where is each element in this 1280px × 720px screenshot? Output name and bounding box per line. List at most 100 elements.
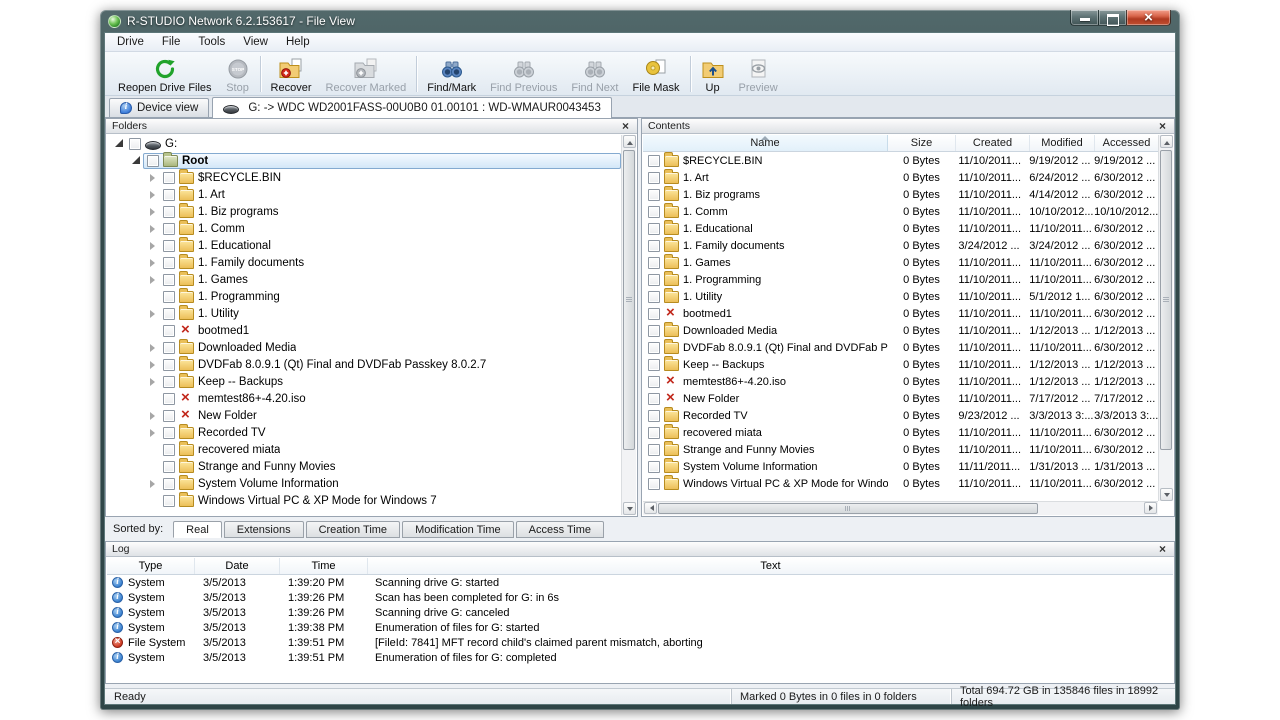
folder-tree-item[interactable]: $RECYCLE.BIN	[107, 169, 621, 186]
file-row[interactable]: 1. Art 0 Bytes 11/10/2011... 6/24/2012 .…	[643, 169, 1158, 186]
checkbox[interactable]	[648, 342, 660, 354]
recover-button[interactable]: Recover	[264, 54, 319, 94]
expander-icon[interactable]	[147, 441, 160, 458]
folder-tree-item[interactable]: Recorded TV	[107, 424, 621, 441]
folder-tree-item[interactable]: New Folder	[107, 407, 621, 424]
checkbox[interactable]	[163, 393, 175, 405]
expander-icon[interactable]	[147, 237, 160, 254]
sort-tab[interactable]: Modification Time	[402, 521, 514, 538]
checkbox[interactable]	[147, 155, 159, 167]
file-mask-button[interactable]: File Mask	[625, 54, 686, 94]
checkbox[interactable]	[648, 274, 660, 286]
log-row[interactable]: System 3/5/2013 1:39:26 PM Scan has been…	[107, 590, 1173, 605]
checkbox[interactable]	[648, 410, 660, 422]
expander-icon[interactable]	[147, 492, 160, 509]
stop-button[interactable]: STOP Stop	[219, 54, 257, 94]
log-row[interactable]: System 3/5/2013 1:39:51 PM Enumeration o…	[107, 650, 1173, 665]
folder-tree-item[interactable]: 1. Art	[107, 186, 621, 203]
contents-horizontal-scrollbar[interactable]	[643, 501, 1158, 515]
file-row[interactable]: 1. Games 0 Bytes 11/10/2011... 11/10/201…	[643, 254, 1158, 271]
checkbox[interactable]	[648, 359, 660, 371]
checkbox[interactable]	[648, 478, 660, 490]
checkbox[interactable]	[163, 444, 175, 456]
sort-tab[interactable]: Extensions	[224, 521, 304, 538]
reopen-drive-files-button[interactable]: Reopen Drive Files	[111, 54, 219, 94]
file-row[interactable]: 1. Biz programs 0 Bytes 11/10/2011... 4/…	[643, 186, 1158, 203]
folder-tree-item[interactable]: recovered miata	[107, 441, 621, 458]
checkbox[interactable]	[163, 257, 175, 269]
expander-icon[interactable]	[147, 203, 160, 220]
checkbox[interactable]	[648, 155, 660, 167]
checkbox[interactable]	[163, 291, 175, 303]
checkbox[interactable]	[648, 308, 660, 320]
checkbox[interactable]	[163, 308, 175, 320]
column-header-modified[interactable]: Modified	[1030, 135, 1095, 151]
checkbox[interactable]	[648, 461, 660, 473]
checkbox[interactable]	[163, 240, 175, 252]
checkbox[interactable]	[648, 206, 660, 218]
expander-icon[interactable]	[147, 186, 160, 203]
log-row[interactable]: System 3/5/2013 1:39:26 PM Scanning driv…	[107, 605, 1173, 620]
file-row[interactable]: Keep -- Backups 0 Bytes 11/10/2011... 1/…	[643, 356, 1158, 373]
checkbox[interactable]	[648, 240, 660, 252]
recover-marked-button[interactable]: Recover Marked	[319, 54, 414, 94]
log-close-icon[interactable]	[1156, 543, 1169, 556]
folder-tree-item[interactable]: System Volume Information	[107, 475, 621, 492]
log-column-date[interactable]: Date	[195, 558, 280, 574]
folders-vertical-scrollbar[interactable]	[621, 135, 636, 515]
log-row[interactable]: System 3/5/2013 1:39:20 PM Scanning driv…	[107, 575, 1173, 590]
checkbox[interactable]	[648, 172, 660, 184]
folder-tree-item[interactable]: Strange and Funny Movies	[107, 458, 621, 475]
tab-drive-g[interactable]: G: -> WDC WD2001FASS-00U0B0 01.00101 : W…	[212, 97, 612, 118]
folder-tree-item[interactable]: bootmed1	[107, 322, 621, 339]
file-row[interactable]: 1. Educational 0 Bytes 11/10/2011... 11/…	[643, 220, 1158, 237]
folder-tree-item[interactable]: 1. Biz programs	[107, 203, 621, 220]
menu-item[interactable]: File	[153, 34, 190, 50]
column-header-created[interactable]: Created	[956, 135, 1030, 151]
file-row[interactable]: System Volume Information 0 Bytes 11/11/…	[643, 458, 1158, 475]
checkbox[interactable]	[648, 223, 660, 235]
folder-tree-item[interactable]: memtest86+-4.20.iso	[107, 390, 621, 407]
find-next-button[interactable]: Find Next	[564, 54, 625, 94]
sort-tab[interactable]: Access Time	[516, 521, 604, 538]
file-row[interactable]: Downloaded Media 0 Bytes 11/10/2011... 1…	[643, 322, 1158, 339]
minimize-button[interactable]	[1070, 10, 1099, 26]
expander-icon[interactable]	[147, 475, 160, 492]
expander-icon[interactable]	[147, 390, 160, 407]
scrollbar-thumb[interactable]	[658, 503, 1038, 514]
file-row[interactable]: DVDFab 8.0.9.1 (Qt) Final and DVDFab Pas…	[643, 339, 1158, 356]
folder-tree-item[interactable]: 1. Comm	[107, 220, 621, 237]
folder-tree-item[interactable]: 1. Utility	[107, 305, 621, 322]
folder-tree-item[interactable]: G:	[107, 135, 621, 152]
folder-tree-item[interactable]: Keep -- Backups	[107, 373, 621, 390]
checkbox[interactable]	[163, 189, 175, 201]
checkbox[interactable]	[163, 325, 175, 337]
checkbox[interactable]	[163, 359, 175, 371]
up-button[interactable]: Up	[694, 54, 732, 94]
checkbox[interactable]	[129, 138, 141, 150]
folder-tree-item[interactable]: Root	[107, 152, 621, 169]
checkbox[interactable]	[163, 478, 175, 490]
folder-tree-item[interactable]: 1. Programming	[107, 288, 621, 305]
checkbox[interactable]	[163, 342, 175, 354]
checkbox[interactable]	[163, 495, 175, 507]
checkbox[interactable]	[648, 325, 660, 337]
expander-icon[interactable]	[147, 407, 160, 424]
expander-icon[interactable]	[147, 288, 160, 305]
file-row[interactable]: 1. Utility 0 Bytes 11/10/2011... 5/1/201…	[643, 288, 1158, 305]
preview-button[interactable]: Preview	[732, 54, 785, 94]
file-row[interactable]: $RECYCLE.BIN 0 Bytes 11/10/2011... 9/19/…	[643, 152, 1158, 169]
file-row[interactable]: recovered miata 0 Bytes 11/10/2011... 11…	[643, 424, 1158, 441]
checkbox[interactable]	[163, 206, 175, 218]
checkbox[interactable]	[648, 189, 660, 201]
sort-tab[interactable]: Creation Time	[306, 521, 400, 538]
scroll-down-icon[interactable]	[1160, 488, 1173, 501]
column-header-name[interactable]: Name	[643, 135, 888, 151]
menu-item[interactable]: Drive	[108, 34, 153, 50]
titlebar[interactable]: R-STUDIO Network 6.2.153617 - File View	[100, 10, 1180, 32]
checkbox[interactable]	[648, 376, 660, 388]
checkbox[interactable]	[163, 410, 175, 422]
checkbox[interactable]	[163, 376, 175, 388]
sort-tab[interactable]: Real	[173, 521, 222, 538]
scroll-right-icon[interactable]	[1144, 502, 1157, 514]
